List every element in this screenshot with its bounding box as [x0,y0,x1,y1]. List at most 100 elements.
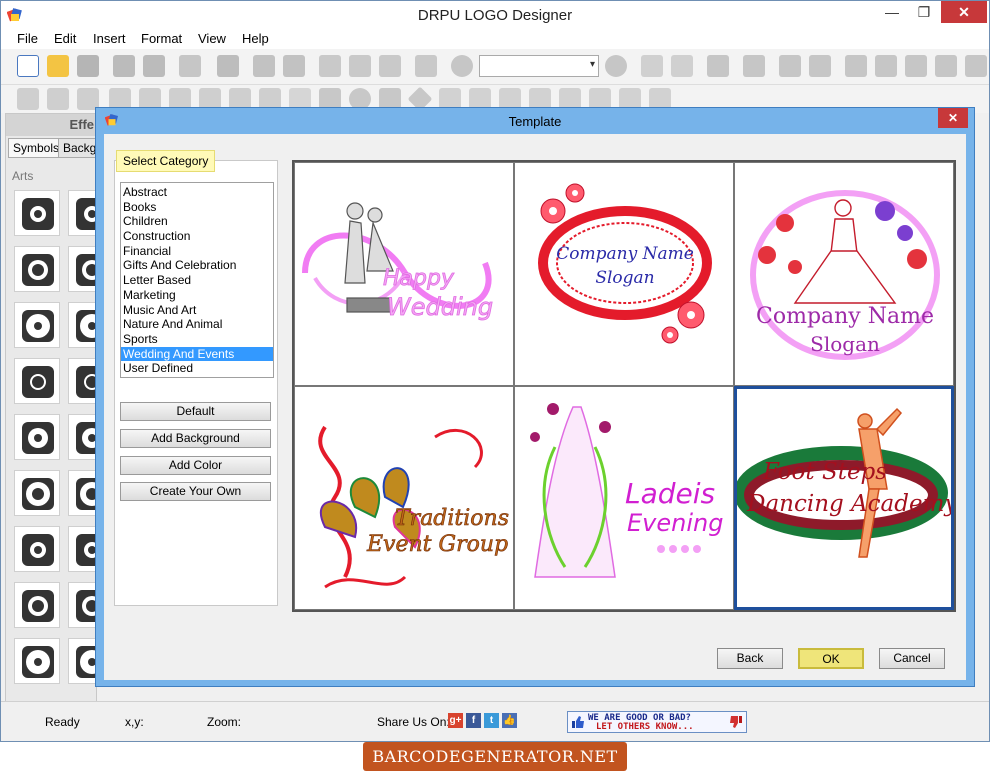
category-item[interactable]: Wedding And Events [121,346,273,362]
maximize-button[interactable]: ❐ [909,1,939,23]
facebook-icon[interactable]: f [466,713,481,728]
twitter-icon[interactable]: t [484,713,499,728]
close-button[interactable]: ✕ [941,1,987,23]
fit-page-icon[interactable] [671,55,693,77]
symbol-tile[interactable] [14,414,60,460]
like-icon[interactable]: 👍 [502,713,517,728]
template-traditions[interactable]: Traditions Event Group [294,386,514,610]
dialog-close-button[interactable]: ✕ [938,108,968,128]
minimize-button[interactable]: — [877,1,907,23]
menu-format[interactable]: Format [141,31,182,46]
new-file-icon[interactable] [17,55,39,77]
template-text-line1: Company Name [756,304,934,329]
symbol-tile[interactable] [14,302,60,348]
open-folder-icon[interactable] [47,55,69,77]
symbol-tile[interactable] [14,638,60,684]
copy-icon[interactable] [349,55,371,77]
align-left-icon[interactable] [845,55,867,77]
symbol-tile[interactable] [68,246,108,292]
template-text-line2: Event Group [366,532,508,557]
google-plus-icon[interactable]: g+ [448,713,463,728]
category-list[interactable]: Abstract Books Children Construction Financi… [120,182,274,378]
template-happy-wedding[interactable]: Happy Wedding [294,162,514,386]
menu-file[interactable]: File [17,31,38,46]
grid-icon[interactable] [707,55,729,77]
symbol-tile[interactable] [14,582,60,628]
symbol-tile[interactable] [68,638,108,684]
zoom-out-icon[interactable] [605,55,627,77]
category-item[interactable]: Sports [121,332,273,347]
title-bar: DRPU LOGO Designer — ❐ ✕ [1,1,989,29]
category-item[interactable]: Abstract [121,185,273,200]
align-center-icon[interactable] [905,55,927,77]
print-icon[interactable] [217,55,239,77]
template-ladeis-evening[interactable]: Ladeis Evening [514,386,734,610]
template-foot-steps[interactable]: Foot Steps Dancing Academy [734,386,954,610]
back-button[interactable]: Back [717,648,783,669]
bring-front-icon[interactable] [779,55,801,77]
export-icon[interactable] [179,55,201,77]
template-text-line1: Traditions [395,506,509,531]
cut-icon[interactable] [319,55,341,77]
category-item[interactable]: Books [121,200,273,215]
actual-size-icon[interactable] [641,55,663,77]
category-item[interactable]: Children [121,214,273,229]
symbol-tile[interactable] [14,246,60,292]
align-right-icon[interactable] [875,55,897,77]
menu-help[interactable]: Help [242,31,269,46]
add-background-button[interactable]: Add Background [120,429,271,448]
symbol-tile[interactable] [68,470,108,516]
template-text-line1: Company Name [556,244,694,264]
category-item[interactable]: Financial [121,244,273,259]
category-item[interactable]: Marketing [121,288,273,303]
align-bottom-icon[interactable] [965,55,987,77]
symbol-tile[interactable] [14,190,60,236]
status-bar: Ready x,y: Zoom: Share Us On: g+ f t 👍 W… [1,701,989,741]
create-your-own-button[interactable]: Create Your Own [120,482,271,501]
template-company-oval[interactable]: Company Name Slogan [514,162,734,386]
symbol-tile[interactable] [68,190,108,236]
add-color-button[interactable]: Add Color [120,456,271,475]
symbol-tile[interactable] [68,302,108,348]
symbol-tile[interactable] [14,526,60,572]
category-item[interactable]: User Defined [121,361,273,376]
symbol-tile[interactable] [68,358,108,404]
cancel-button[interactable]: Cancel [879,648,945,669]
redo-icon[interactable] [283,55,305,77]
delete-icon[interactable] [415,55,437,77]
image-icon[interactable] [47,88,69,110]
zoom-in-icon[interactable] [451,55,473,77]
share-label: Share Us On: [377,715,450,729]
undo-icon[interactable] [253,55,275,77]
menu-view[interactable]: View [198,31,226,46]
category-item[interactable]: Gifts And Celebration [121,258,273,273]
default-button[interactable]: Default [120,402,271,421]
close-file-icon[interactable] [77,55,99,77]
tab-symbols[interactable]: Symbols [8,138,65,158]
text-icon[interactable] [17,88,39,110]
category-item[interactable]: Construction [121,229,273,244]
symbol-tile[interactable] [14,358,60,404]
feedback-button[interactable]: WE ARE GOOD OR BAD? LET OTHERS KNOW... [567,711,747,733]
ok-button[interactable]: OK [798,648,864,669]
symbol-tile[interactable] [68,526,108,572]
send-back-icon[interactable] [809,55,831,77]
category-item[interactable]: Music And Art [121,303,273,318]
symbol-tile[interactable] [14,470,60,516]
align-top-icon[interactable] [935,55,957,77]
menu-edit[interactable]: Edit [54,31,76,46]
zoom-combo[interactable] [479,55,599,77]
art-symbol-icon [22,310,54,342]
edit-icon[interactable] [743,55,765,77]
paste-icon[interactable] [379,55,401,77]
menu-insert[interactable]: Insert [93,31,126,46]
template-company-dancer[interactable]: Company Name Slogan [734,162,954,386]
symbol-tile[interactable] [68,414,108,460]
save-as-icon[interactable] [143,55,165,77]
category-item[interactable]: Nature And Animal [121,317,273,332]
template-text-line2: Slogan [810,332,880,356]
save-icon[interactable] [113,55,135,77]
category-item[interactable]: Letter Based [121,273,273,288]
template-grid: Happy Wedding Company Name Slogan Compan… [292,160,956,612]
symbol-tile[interactable] [68,582,108,628]
